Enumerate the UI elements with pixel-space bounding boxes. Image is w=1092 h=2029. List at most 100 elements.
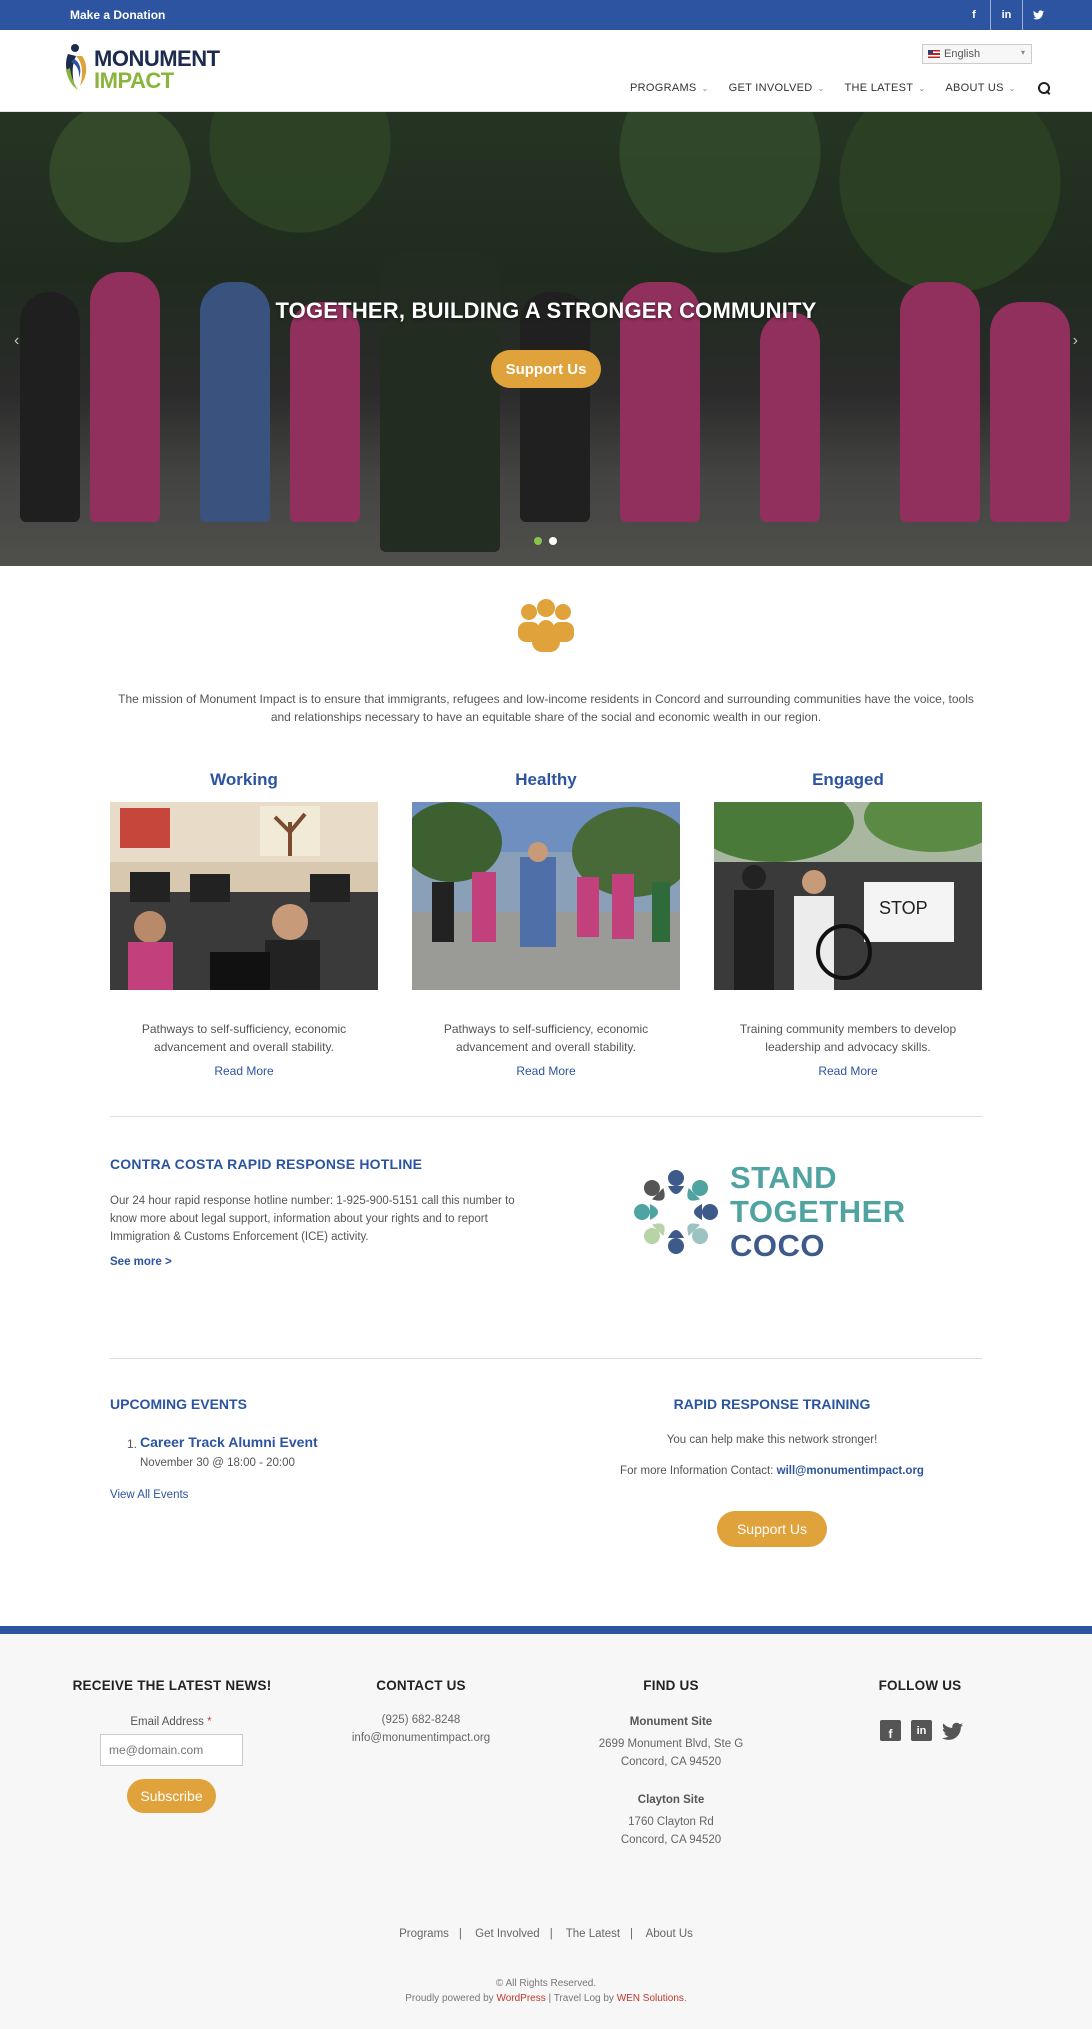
site-address: Concord, CA 94520 bbox=[620, 1834, 722, 1846]
training-title: RAPID RESPONSE TRAINING bbox=[673, 1396, 871, 1412]
site-logo[interactable]: MONUMENT IMPACT bbox=[62, 42, 222, 93]
twitter-icon[interactable] bbox=[1022, 0, 1054, 30]
event-number: 1. bbox=[127, 1437, 138, 1451]
stand-together-coco-logo[interactable]: STAND TOGETHER COCO bbox=[624, 1160, 924, 1264]
top-social-links: f in bbox=[958, 0, 1054, 30]
wen-solutions-link[interactable]: WEN Solutions bbox=[617, 1993, 684, 2004]
mission-statement: The mission of Monument Impact is to ens… bbox=[118, 692, 974, 724]
wordpress-link[interactable]: WordPress bbox=[496, 1993, 545, 2004]
facebook-icon[interactable]: f bbox=[958, 0, 990, 30]
program-card-engaged: Engaged STOP Training community members … bbox=[714, 770, 982, 1078]
working-photo bbox=[110, 802, 378, 990]
linkedin-icon[interactable]: in bbox=[990, 0, 1022, 30]
footer-top-bar bbox=[0, 1626, 1092, 1634]
donate-link[interactable]: Make a Donation bbox=[70, 8, 165, 22]
twitter-icon[interactable] bbox=[942, 1720, 963, 1741]
divider bbox=[110, 1116, 982, 1117]
footer-social-links: f in bbox=[880, 1720, 963, 1741]
newsletter-title: RECEIVE THE LATEST NEWS! bbox=[72, 1678, 272, 1693]
footer-nav-about-us[interactable]: About Us bbox=[646, 1928, 693, 1940]
slider-dot[interactable] bbox=[534, 537, 542, 545]
footer-newsletter: RECEIVE THE LATEST NEWS! bbox=[72, 1678, 272, 1693]
footer-nav-get-involved[interactable]: Get Involved bbox=[475, 1928, 540, 1940]
stand-together-mark-icon bbox=[634, 1170, 718, 1254]
card-title[interactable]: Engaged bbox=[714, 770, 982, 796]
event-date: November 30 @ 18:00 - 20:00 bbox=[140, 1457, 295, 1469]
upcoming-events-title: UPCOMING EVENTS bbox=[110, 1396, 247, 1412]
logo-text-impact: IMPACT bbox=[94, 68, 174, 93]
email-label: Email Address * bbox=[130, 1716, 212, 1728]
subscribe-button[interactable]: Subscribe bbox=[127, 1779, 216, 1813]
contact-email[interactable]: info@monumentimpact.org bbox=[321, 1729, 521, 1747]
site-address: 1760 Clayton Rd bbox=[628, 1816, 714, 1828]
read-more-link[interactable]: Read More bbox=[714, 1064, 982, 1078]
contact-phone: (925) 682-8248 bbox=[381, 1714, 461, 1726]
slider-next-icon[interactable]: › bbox=[1073, 332, 1078, 350]
footer-contact: CONTACT US (925) 682-8248 info@monumenti… bbox=[321, 1678, 521, 1747]
nav-about-us[interactable]: ABOUT US ⌄ bbox=[945, 82, 1015, 94]
site-header: MONUMENT IMPACT English ▾ PROGRAMS ⌄ GET … bbox=[0, 30, 1092, 112]
hero-slider: TOGETHER, BUILDING A STRONGER COMMUNITY … bbox=[0, 112, 1092, 566]
top-bar: Make a Donation f in bbox=[0, 0, 1092, 30]
nav-get-involved[interactable]: GET INVOLVED ⌄ bbox=[729, 82, 825, 94]
search-icon[interactable] bbox=[1037, 82, 1050, 94]
training-support-button[interactable]: Support Us bbox=[717, 1511, 827, 1547]
slider-prev-icon[interactable]: ‹ bbox=[14, 332, 19, 350]
event-title-link[interactable]: Career Track Alumni Event bbox=[140, 1434, 318, 1450]
logo-text-stand: STAND bbox=[730, 1160, 837, 1195]
card-description: Pathways to self-sufficiency, economic a… bbox=[141, 1022, 347, 1054]
hero-title: TOGETHER, BUILDING A STRONGER COMMUNITY bbox=[275, 298, 817, 323]
site-footer bbox=[0, 1634, 1092, 2029]
healthy-photo bbox=[412, 802, 680, 990]
language-selector[interactable]: English ▾ bbox=[922, 44, 1032, 64]
chevron-down-icon: ⌄ bbox=[817, 83, 825, 93]
hotline-title: CONTRA COSTA RAPID RESPONSE HOTLINE bbox=[110, 1156, 423, 1172]
view-all-events-link[interactable]: View All Events bbox=[110, 1489, 188, 1501]
email-field[interactable] bbox=[100, 1734, 243, 1766]
footer-find-us: FIND US Monument Site 2699 Monument Blvd… bbox=[571, 1678, 771, 1849]
chevron-down-icon: ⌄ bbox=[1008, 83, 1016, 93]
community-group-icon bbox=[518, 599, 574, 652]
site-name: Monument Site bbox=[629, 1716, 713, 1728]
main-nav: PROGRAMS ⌄ GET INVOLVED ⌄ THE LATEST ⌄ ABOU… bbox=[630, 82, 1050, 94]
logo-text-together: TOGETHER bbox=[730, 1194, 906, 1229]
read-more-link[interactable]: Read More bbox=[110, 1064, 378, 1078]
program-card-healthy: Healthy Pathways to self-sufficiency, ec… bbox=[412, 770, 680, 1078]
card-title[interactable]: Healthy bbox=[412, 770, 680, 796]
footer-follow-us: FOLLOW US bbox=[820, 1678, 1020, 1693]
chevron-down-icon: ⌄ bbox=[701, 83, 709, 93]
card-title[interactable]: Working bbox=[110, 770, 378, 796]
hotline-text: Our 24 hour rapid response hotline numbe… bbox=[110, 1195, 515, 1243]
facebook-icon[interactable]: f bbox=[880, 1720, 901, 1741]
engaged-photo: STOP bbox=[714, 802, 982, 990]
read-more-link[interactable]: Read More bbox=[412, 1064, 680, 1078]
see-more-link[interactable]: See more > bbox=[110, 1256, 172, 1268]
footer-nav-programs[interactable]: Programs bbox=[399, 1928, 449, 1940]
us-flag-icon bbox=[928, 50, 940, 59]
footer-nav-the-latest[interactable]: The Latest bbox=[566, 1928, 620, 1940]
language-label: English bbox=[944, 48, 981, 60]
follow-us-title: FOLLOW US bbox=[878, 1678, 962, 1693]
slider-dots bbox=[534, 537, 557, 545]
copyright: © All Rights Reserved. Proudly powered b… bbox=[405, 1978, 687, 2004]
logo-mark-icon bbox=[66, 44, 87, 90]
site-address: 2699 Monument Blvd, Ste G bbox=[598, 1738, 744, 1750]
logo-text-coco: COCO bbox=[730, 1228, 825, 1263]
card-description: Pathways to self-sufficiency, economic a… bbox=[443, 1022, 649, 1054]
program-card-working: Working Pathways to self-sufficiency, ec… bbox=[110, 770, 378, 1078]
svg-text:STOP: STOP bbox=[879, 898, 928, 918]
chevron-down-icon: ⌄ bbox=[918, 83, 926, 93]
divider bbox=[110, 1358, 982, 1359]
card-description: Training community members to develop le… bbox=[739, 1022, 957, 1054]
contact-email-link[interactable]: will@monumentimpact.org bbox=[777, 1465, 924, 1477]
hero-support-button[interactable]: Support Us bbox=[491, 350, 601, 388]
find-us-title: FIND US bbox=[643, 1678, 699, 1693]
nav-programs[interactable]: PROGRAMS ⌄ bbox=[630, 82, 709, 94]
slider-dot[interactable] bbox=[549, 537, 557, 545]
site-name: Clayton Site bbox=[637, 1794, 705, 1806]
training-text: You can help make this network stronger! bbox=[666, 1434, 878, 1446]
linkedin-icon[interactable]: in bbox=[911, 1720, 932, 1741]
site-address: Concord, CA 94520 bbox=[620, 1756, 722, 1768]
training-contact: For more Information Contact: will@monum… bbox=[620, 1465, 924, 1477]
nav-the-latest[interactable]: THE LATEST ⌄ bbox=[845, 82, 926, 94]
